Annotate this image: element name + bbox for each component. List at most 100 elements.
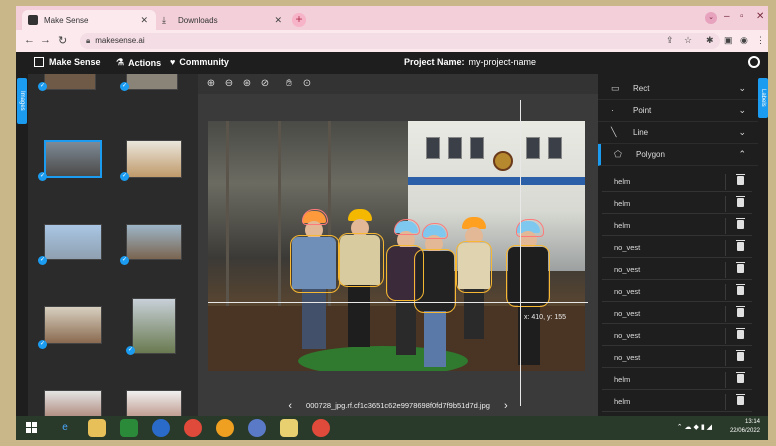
trash-icon[interactable] bbox=[736, 240, 745, 251]
trash-icon[interactable] bbox=[736, 328, 745, 339]
worker-legs bbox=[396, 301, 416, 355]
trash-icon[interactable] bbox=[736, 196, 745, 207]
image-thumbnail[interactable]: ✓ bbox=[34, 302, 106, 382]
label-row[interactable]: helm bbox=[602, 194, 752, 214]
avatar[interactable]: ◉ bbox=[740, 35, 748, 46]
image-thumbnail[interactable]: ✓ bbox=[34, 220, 106, 300]
trash-icon[interactable] bbox=[736, 262, 745, 273]
bookmark-star-icon[interactable]: ☆ bbox=[684, 35, 692, 46]
shape-label: Polygon bbox=[636, 150, 665, 159]
zoom-fit-icon[interactable]: ⊛ bbox=[240, 77, 254, 91]
github-icon[interactable] bbox=[748, 56, 760, 68]
more-menu-icon[interactable]: ⋮ bbox=[756, 35, 765, 46]
zoom-out-icon[interactable]: ⊖ bbox=[222, 77, 236, 91]
trash-icon[interactable] bbox=[736, 174, 745, 185]
vest-polygon[interactable] bbox=[290, 235, 340, 293]
images-side-tab[interactable]: Images bbox=[16, 74, 28, 416]
image-thumbnail[interactable]: ✓ bbox=[120, 220, 192, 300]
menu-community[interactable]: ♥ Community bbox=[170, 57, 229, 67]
trash-icon[interactable] bbox=[736, 218, 745, 229]
chrome-active-icon[interactable] bbox=[312, 419, 330, 437]
trash-icon[interactable] bbox=[736, 284, 745, 295]
label-row[interactable]: no_vest bbox=[602, 282, 752, 302]
image-thumbnail[interactable]: ✓ bbox=[120, 136, 192, 216]
hand-pan-icon[interactable]: ✋︎ bbox=[282, 77, 296, 91]
app-icon[interactable] bbox=[248, 419, 266, 437]
close-tab-icon[interactable]: ✕ bbox=[140, 15, 148, 26]
menu-actions[interactable]: ⚗ Actions bbox=[116, 57, 161, 68]
trash-icon[interactable] bbox=[736, 394, 745, 405]
label-row[interactable]: no_vest bbox=[602, 260, 752, 280]
previous-image-icon[interactable]: ‹ bbox=[288, 400, 292, 412]
reload-icon[interactable]: ↻ bbox=[58, 34, 67, 47]
minimize-icon[interactable]: – bbox=[724, 11, 730, 22]
label-row[interactable]: no_vest bbox=[602, 326, 752, 346]
label-name: no_vest bbox=[614, 331, 641, 340]
label-row[interactable]: helm bbox=[602, 172, 752, 192]
system-tray-icons[interactable]: ⌃ ☁ ◆ ▮ ◢ bbox=[677, 423, 712, 431]
close-tab-icon[interactable]: ✕ bbox=[274, 15, 282, 26]
vest-polygon[interactable] bbox=[414, 249, 456, 313]
annotated-image[interactable] bbox=[208, 121, 585, 371]
editor-area[interactable]: ⊕ ⊖ ⊛ ⊘ ✋︎ ⊙ x: 410, y: 155 ‹ 000728_jpg… bbox=[198, 74, 598, 416]
store-icon[interactable] bbox=[120, 419, 138, 437]
make-sense-favicon-icon bbox=[28, 15, 38, 25]
label-row[interactable]: no_vest bbox=[602, 238, 752, 258]
profile-menu-icon[interactable]: ⌄ bbox=[705, 12, 717, 24]
label-row[interactable]: helm bbox=[602, 392, 752, 412]
helmet-polygon[interactable] bbox=[422, 223, 448, 239]
shape-polygon-row[interactable]: ⬠ Polygon ⌃ bbox=[598, 144, 758, 166]
label-row[interactable]: helm bbox=[602, 216, 752, 236]
label-name: helm bbox=[614, 177, 631, 186]
image-thumbnail[interactable] bbox=[120, 386, 192, 416]
chrome-canary-icon[interactable] bbox=[216, 419, 234, 437]
project-name[interactable]: Project Name: my-project-name bbox=[404, 57, 536, 67]
browser-window: Make Sense ✕ ⤓ Downloads ✕ + ⌄ – ▫ ✕ ← →… bbox=[16, 6, 768, 416]
zoom-reset-icon[interactable]: ⊘ bbox=[258, 77, 272, 91]
label-row[interactable]: no_vest bbox=[602, 304, 752, 324]
close-window-icon[interactable]: ✕ bbox=[756, 11, 764, 22]
image-thumbnail[interactable]: ✓ bbox=[120, 296, 192, 376]
shape-point-row[interactable]: · Point ⌄ bbox=[598, 100, 758, 122]
vest-polygon[interactable] bbox=[456, 241, 492, 293]
edge-icon[interactable] bbox=[152, 419, 170, 437]
sidepanel-icon[interactable]: ▣ bbox=[724, 35, 733, 46]
vest-polygon[interactable] bbox=[506, 245, 550, 307]
label-row[interactable]: no_vest bbox=[602, 348, 752, 368]
maximize-icon[interactable]: ▫ bbox=[740, 11, 744, 22]
shape-line-row[interactable]: ╲ Line ⌄ bbox=[598, 122, 758, 144]
clock[interactable]: 13:14 22/06/2022 bbox=[730, 418, 760, 436]
extensions-icon[interactable]: ✱ bbox=[706, 35, 714, 46]
zoom-in-icon[interactable]: ⊕ bbox=[204, 77, 218, 91]
vest-polygon[interactable] bbox=[338, 233, 384, 287]
trash-icon[interactable] bbox=[736, 306, 745, 317]
image-thumbnail-selected[interactable]: ✓ bbox=[34, 136, 106, 216]
new-tab-button[interactable]: + bbox=[292, 13, 306, 27]
folder-icon[interactable] bbox=[280, 419, 298, 437]
edge-legacy-icon[interactable]: e bbox=[56, 419, 74, 437]
helmet-polygon[interactable] bbox=[302, 209, 328, 225]
chrome-icon[interactable] bbox=[184, 419, 202, 437]
share-icon[interactable]: ⇪ bbox=[666, 35, 674, 46]
file-explorer-icon[interactable] bbox=[88, 419, 106, 437]
trash-icon[interactable] bbox=[736, 350, 745, 361]
crosshair-icon[interactable]: ⊙ bbox=[300, 77, 314, 91]
url-field[interactable]: 🔒︎ makesense.ai bbox=[80, 33, 720, 49]
shape-rect-row[interactable]: ▭ Rect ⌄ bbox=[598, 78, 758, 100]
label-row[interactable]: helm bbox=[602, 370, 752, 390]
tab-bar: Make Sense ✕ ⤓ Downloads ✕ + ⌄ – ▫ ✕ bbox=[16, 6, 768, 30]
back-arrow-icon[interactable]: ← bbox=[24, 34, 35, 46]
helmet-polygon[interactable] bbox=[394, 219, 420, 235]
tab-downloads[interactable]: ⤓ Downloads ✕ bbox=[156, 10, 290, 30]
labels-panel: ▭ Rect ⌄ · Point ⌄ ╲ Line ⌄ ⬠ Polygon ⌃ … bbox=[598, 74, 758, 416]
editor-toolbar: ⊕ ⊖ ⊛ ⊘ ✋︎ ⊙ bbox=[198, 74, 598, 94]
windows-start-icon[interactable] bbox=[26, 422, 38, 434]
labels-side-tab[interactable]: Labels bbox=[758, 74, 768, 416]
next-image-icon[interactable]: › bbox=[504, 400, 508, 412]
trash-icon[interactable] bbox=[736, 372, 745, 383]
image-thumbnail[interactable] bbox=[34, 386, 106, 416]
app-logo[interactable]: Make Sense bbox=[34, 57, 101, 67]
checked-icon: ✓ bbox=[38, 82, 47, 91]
forward-arrow-icon[interactable]: → bbox=[40, 34, 51, 46]
tab-make-sense[interactable]: Make Sense ✕ bbox=[22, 10, 156, 30]
